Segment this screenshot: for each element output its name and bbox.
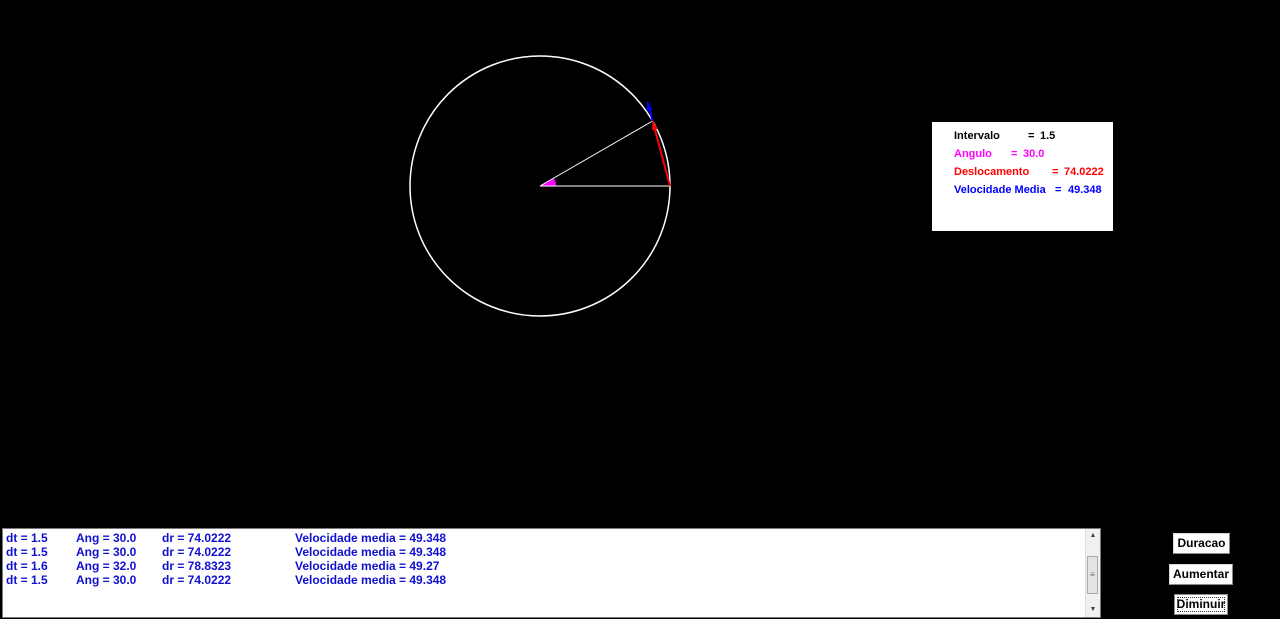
log-ang: Ang = 30.0	[76, 531, 137, 545]
log-vel: Velocidade media = 49.27	[295, 559, 440, 573]
diminuir-button[interactable]: Diminuir	[1174, 594, 1228, 615]
velocidade-label: Velocidade Media	[954, 184, 1046, 196]
log-vel: Velocidade media = 49.348	[295, 573, 447, 587]
angulo-label: Angulo	[954, 148, 992, 160]
radius-end-line	[539, 120, 653, 187]
displacement-vector	[651, 120, 671, 187]
displacement-arrowhead	[652, 121, 658, 131]
log-ang: Ang = 30.0	[76, 573, 137, 587]
intervalo-value: 1.5	[1040, 130, 1056, 142]
log-dt: dt = 1.5	[6, 545, 48, 559]
deslocamento-value: 74.0222	[1064, 166, 1104, 178]
log-dt: dt = 1.6	[6, 559, 48, 573]
scroll-thumb[interactable]: ≡	[1087, 556, 1098, 594]
log-dt: dt = 1.5	[6, 573, 48, 587]
simulation-canvas	[409, 55, 671, 317]
angulo-eq: =	[1011, 148, 1018, 160]
log-dr: dr = 74.0222	[162, 531, 232, 545]
aumentar-button[interactable]: Aumentar	[1169, 564, 1233, 585]
scroll-up-icon[interactable]: ▲	[1086, 529, 1100, 543]
log-dr: dr = 74.0222	[162, 545, 232, 559]
velocidade-eq: =	[1055, 184, 1062, 196]
velocidade-value: 49.348	[1068, 184, 1102, 196]
velocity-arrowhead	[646, 101, 653, 112]
log-textarea[interactable]: dt = 1.5 Ang = 30.0 dr = 74.0222 Velocid…	[2, 528, 1101, 618]
duracao-button[interactable]: Duracao	[1173, 533, 1230, 554]
log-vel: Velocidade media = 49.348	[295, 545, 447, 559]
intervalo-label: Intervalo	[954, 130, 1000, 142]
info-panel: Intervalo = 1.5 Angulo = 30.0 Deslocamen…	[932, 122, 1113, 231]
log-vel: Velocidade media = 49.348	[295, 531, 447, 545]
log-scrollbar[interactable]: ▲ ≡ ▼	[1085, 529, 1100, 617]
log-ang: Ang = 30.0	[76, 545, 137, 559]
log-dr: dr = 74.0222	[162, 573, 232, 587]
log-dr: dr = 78.8323	[162, 559, 232, 573]
log-dt: dt = 1.5	[6, 531, 48, 545]
scroll-down-icon[interactable]: ▼	[1086, 603, 1100, 617]
log-ang: Ang = 32.0	[76, 559, 137, 573]
deslocamento-eq: =	[1052, 166, 1059, 178]
deslocamento-label: Deslocamento	[954, 166, 1030, 178]
angulo-value: 30.0	[1023, 148, 1045, 160]
intervalo-eq: =	[1028, 130, 1035, 142]
